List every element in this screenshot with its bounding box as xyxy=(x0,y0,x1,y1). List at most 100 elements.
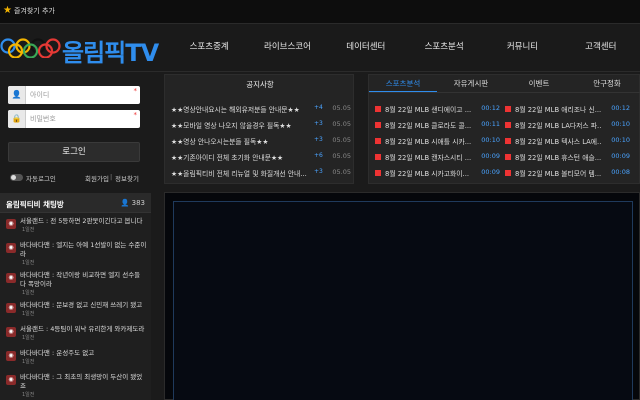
board-item[interactable]: 8월 22일 MLB 샌디에이고 ... 00:12 xyxy=(375,104,500,114)
chat-message: ◉ 바다바다맨 : 작년이랑 비교하면 엘지 선수들 다 폭망이라 1일전 xyxy=(0,268,151,298)
video-player-area xyxy=(164,192,640,400)
star-icon: ★ xyxy=(3,5,12,16)
video-frame[interactable] xyxy=(173,201,633,400)
notice-date: 05.05 xyxy=(332,152,351,160)
chat-message-text: 서울랜드 : 전 5등하면 2판못이긴다고 봅니다 xyxy=(20,217,143,225)
tab-eye-candy[interactable]: 안구정화 xyxy=(573,75,640,92)
board-row: 8월 22일 MLB 시애틀 시카... 00:10 8월 22일 MLB 텍사스… xyxy=(375,133,640,149)
nav-item-sports-broadcast[interactable]: 스포츠중계 xyxy=(170,24,248,72)
post-icon xyxy=(505,138,511,144)
post-icon xyxy=(505,122,511,128)
nav-item-livescore[interactable]: 라이브스코어 xyxy=(248,24,326,72)
post-icon xyxy=(375,122,381,128)
post-time: 00:12 xyxy=(611,104,630,112)
board-tabs: 스포츠분석 자유게시판 이벤트 안구정화 xyxy=(369,75,640,93)
chat-message-time: 1일전 xyxy=(22,290,35,296)
post-title: 8월 22일 MLB 시카고화이... xyxy=(385,170,470,178)
notice-text: ★★기존아이디 전체 초기화 안내문★★ xyxy=(171,154,284,162)
post-time: 00:09 xyxy=(481,168,500,176)
notice-date: 05.05 xyxy=(332,104,351,112)
notice-date: 05.05 xyxy=(332,136,351,144)
board-item[interactable]: 8월 22일 MLB 휴스턴 애슬... 00:09 xyxy=(505,152,630,162)
chat-message-text: 바다바다맨 : 그 최초의 최생망이 두산이 됐었죠 xyxy=(20,373,143,390)
required-mark: * xyxy=(133,111,138,119)
nav-item-customer-center[interactable]: 고객센터 xyxy=(562,24,640,72)
board-item[interactable]: 8월 22일 MLB 텍사스 LA에... 00:10 xyxy=(505,136,630,146)
notice-item[interactable]: ★★올림픽티비 전체 리뉴얼 및 화질개선 안내... +3 05.05 xyxy=(171,165,351,181)
comment-count: +3 xyxy=(314,120,323,127)
board-panel: 스포츠분석 자유게시판 이벤트 안구정화 8월 22일 MLB 샌디에이고 ..… xyxy=(368,74,640,184)
chat-message-time: 1일전 xyxy=(22,359,35,365)
chat-message: ◉ 바다바다맨 : 그 최초의 최생망이 두산이 됐었죠 1일전 xyxy=(0,370,151,400)
chat-title: 올림픽티비 채팅방 xyxy=(6,200,64,209)
chat-message: ◉ 바다바다맨 : 문보경 없고 신민재 쓰레기 됐고 1일전 xyxy=(0,298,151,322)
password-input[interactable] xyxy=(30,112,134,126)
notice-item[interactable]: ★★모바일 영상 나오지 않을경우 필독★★ +3 05.05 xyxy=(171,117,351,133)
password-field: 🔒 * xyxy=(8,110,140,128)
chat-message-time: 1일전 xyxy=(22,260,35,266)
post-icon xyxy=(375,138,381,144)
chat-user-icon: ◉ xyxy=(6,273,16,283)
chat-header: 올림픽티비 채팅방 👤 383 xyxy=(0,193,151,213)
post-time: 00:10 xyxy=(611,136,630,144)
post-icon xyxy=(375,106,381,112)
post-title: 8월 22일 MLB 휴스턴 애슬... xyxy=(515,154,601,162)
chat-user-icon: ◉ xyxy=(6,375,16,385)
board-row: 8월 22일 MLB 캔자스시티 ... 00:09 8월 22일 MLB 휴스턴… xyxy=(375,149,640,165)
login-button[interactable]: 로그인 xyxy=(8,142,140,162)
board-item[interactable]: 8월 22일 MLB 시애틀 시카... 00:10 xyxy=(375,136,500,146)
user-icon: 👤 xyxy=(8,86,26,104)
join-link[interactable]: 회원가입 xyxy=(85,173,109,183)
post-title: 8월 22일 MLB LA다저스 파... xyxy=(515,122,601,130)
chat-user-icon: ◉ xyxy=(6,219,16,229)
site-header: 올림픽TV 스포츠중계 라이브스코어 데이터센터 스포츠분석 커뮤니티 고객센터 xyxy=(0,24,640,72)
chat-message-text: 바다바다맨 : 엘지는 아예 1선발이 없는 수준이라 xyxy=(20,241,147,258)
board-item[interactable]: 8월 22일 MLB LA다저스 파... 00:10 xyxy=(505,120,630,130)
notice-title[interactable]: 공지사항 xyxy=(165,79,355,90)
board-item[interactable]: 8월 22일 MLB 애리조나 신... 00:12 xyxy=(505,104,630,114)
post-time: 00:10 xyxy=(481,136,500,144)
nav-item-sports-analysis[interactable]: 스포츠분석 xyxy=(405,24,483,72)
notice-item[interactable]: ★★기존아이디 전체 초기화 안내문★★ +6 05.05 xyxy=(171,149,351,165)
tab-event[interactable]: 이벤트 xyxy=(505,75,573,92)
login-options: 자동로그인 회원가입 | 정보찾기 xyxy=(8,172,143,184)
post-time: 00:12 xyxy=(481,104,500,112)
board-item[interactable]: 8월 22일 MLB 캔자스시티 ... 00:09 xyxy=(375,152,500,162)
auto-login-label: 자동로그인 xyxy=(26,175,56,183)
separator: | xyxy=(110,173,113,181)
user-icon: 👤 xyxy=(120,199,130,207)
chat-message: ◉ 바다바다맨 : 엘지는 아예 1선발이 없는 수준이라 1일전 xyxy=(0,238,151,268)
post-icon xyxy=(505,154,511,160)
chat-list: ◉ 서울랜드 : 전 5등하면 2판못이긴다고 봅니다 1일전 ◉ 바다바다맨 … xyxy=(0,214,151,400)
board-item[interactable]: 8월 22일 MLB 시카고화이... 00:09 xyxy=(375,168,500,178)
auto-login-toggle[interactable] xyxy=(10,174,23,181)
notice-date: 05.05 xyxy=(332,120,351,128)
board-list: 8월 22일 MLB 샌디에이고 ... 00:12 8월 22일 MLB 애리조… xyxy=(375,101,640,181)
nav-item-community[interactable]: 커뮤니티 xyxy=(483,24,561,72)
post-time: 00:09 xyxy=(611,152,630,160)
post-time: 00:09 xyxy=(481,152,500,160)
required-mark: * xyxy=(133,87,138,95)
olympic-rings-icon xyxy=(0,38,61,58)
chat-message-time: 1일전 xyxy=(22,335,35,341)
board-item[interactable]: 8월 22일 MLB 볼티모어 템... 00:08 xyxy=(505,168,630,178)
lock-icon: 🔒 xyxy=(8,110,26,128)
board-row: 8월 22일 MLB 클로라도 콜... 00:11 8월 22일 MLB LA다… xyxy=(375,117,640,133)
chat-message-text: 바다바다맨 : 운성주도 없고 xyxy=(20,349,95,357)
post-icon xyxy=(375,154,381,160)
nav-item-data-center[interactable]: 데이터센터 xyxy=(327,24,405,72)
notice-list: ★★영상안내요시는 해외유저분들 안내문★★ +4 05.05 ★★모바일 영상… xyxy=(171,101,351,181)
notice-item[interactable]: ★★영상안내요시는 해외유저분들 안내문★★ +4 05.05 xyxy=(171,101,351,117)
board-item[interactable]: 8월 22일 MLB 클로라도 콜... 00:11 xyxy=(375,120,500,130)
id-input[interactable] xyxy=(30,88,134,102)
favorite-link[interactable]: ★ 즐겨찾기 추가 xyxy=(3,6,55,16)
post-icon xyxy=(505,170,511,176)
chat-message-text: 바다바다맨 : 작년이랑 비교하면 엘지 선수들 다 폭망이라 xyxy=(20,271,141,288)
post-time: 00:08 xyxy=(611,168,630,176)
tab-free-board[interactable]: 자유게시판 xyxy=(437,75,505,92)
notice-text: ★★영상안내요시는 해외유저분들 안내문★★ xyxy=(171,106,300,114)
notice-item[interactable]: ★★영상 안나오시는분들 필독★★ +3 05.05 xyxy=(171,133,351,149)
find-info-link[interactable]: 정보찾기 xyxy=(115,173,139,183)
site-logo[interactable]: 올림픽TV xyxy=(0,30,165,67)
tab-sports-analysis[interactable]: 스포츠분석 xyxy=(369,75,437,92)
